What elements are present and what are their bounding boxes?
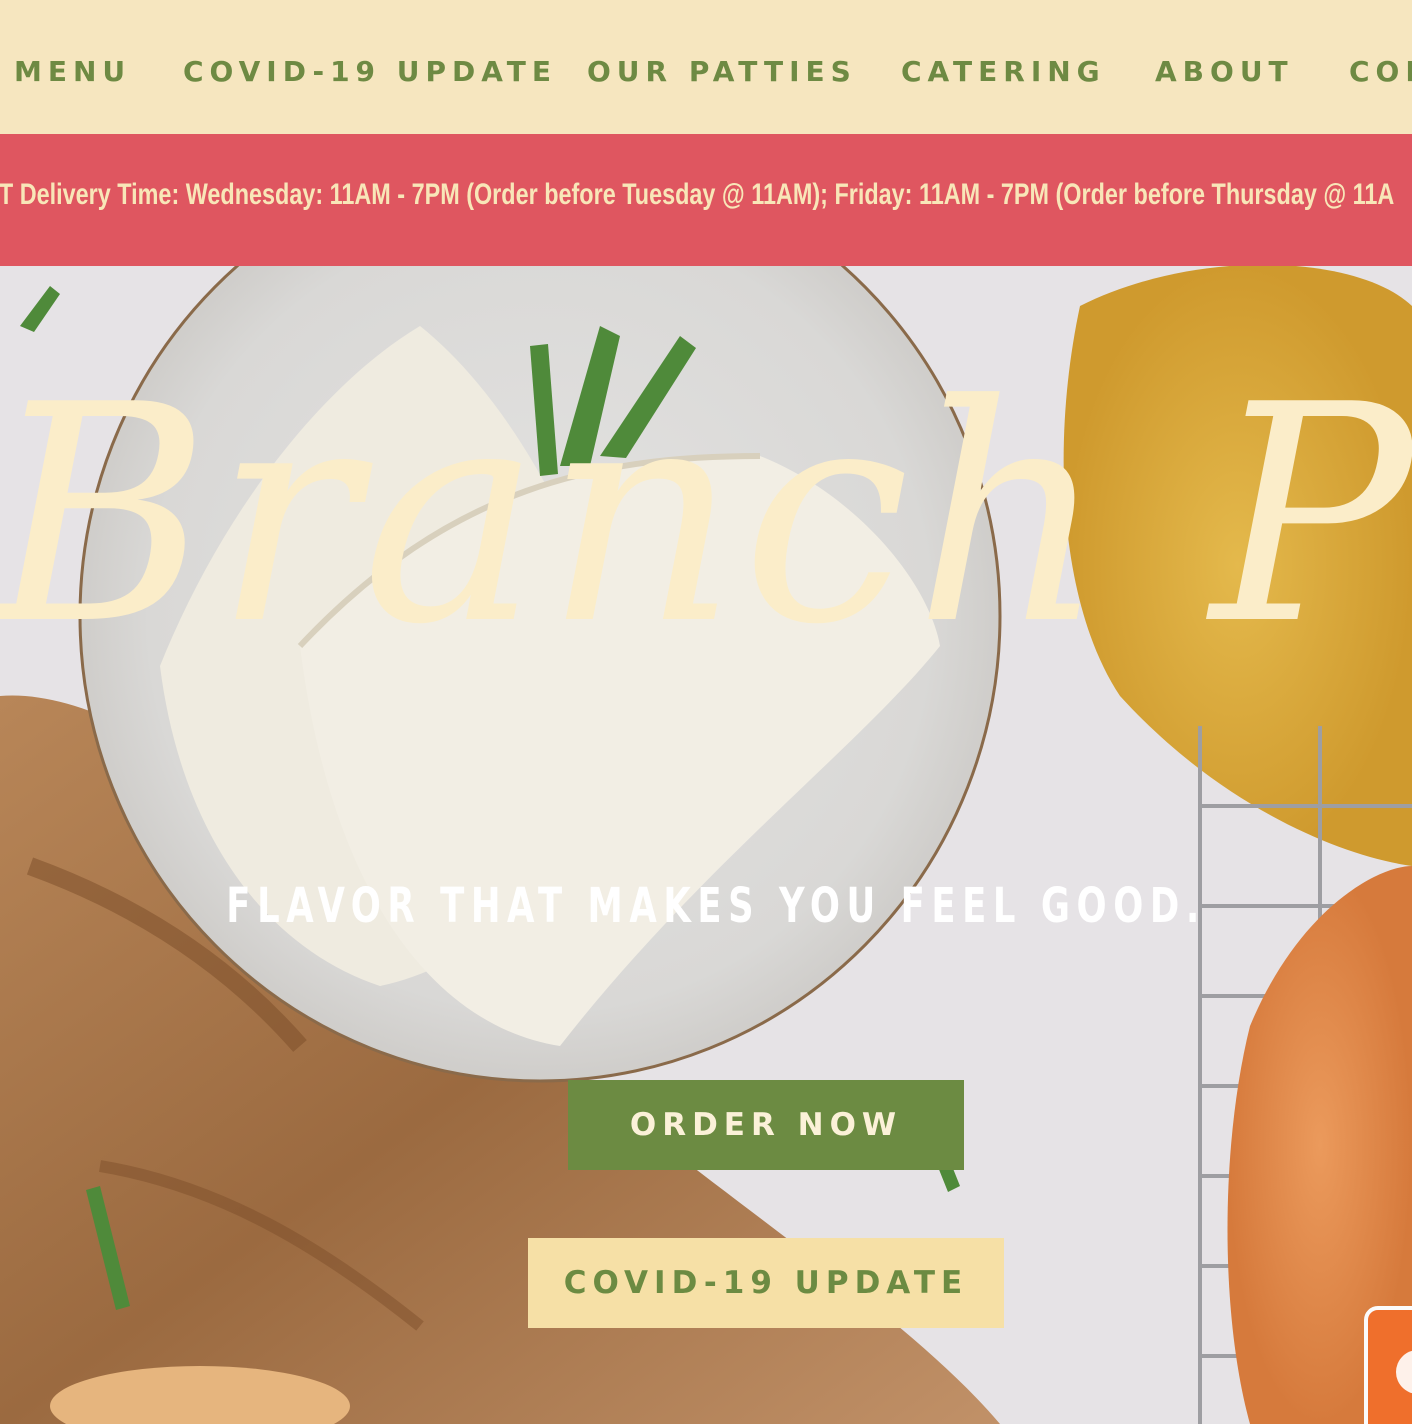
- announcement-text: NT Delivery Time: Wednesday: 11AM - 7PM …: [0, 178, 1395, 211]
- nav-item-menu[interactable]: MENU: [14, 52, 131, 92]
- page: MENU COVID-19 UPDATE OUR PATTIES CATERIN…: [0, 0, 1412, 1424]
- chat-bubble-icon: [1396, 1350, 1412, 1394]
- nav-item-catering[interactable]: CATERING: [901, 52, 1106, 92]
- nav-item-covid-update[interactable]: COVID-19 UPDATE: [183, 52, 557, 92]
- hero-title: Branch Patt: [0, 341, 1412, 690]
- hero-section: Branch Patt FLAVOR THAT MAKES YOU FEEL G…: [0, 266, 1412, 1424]
- announcement-bar: NT Delivery Time: Wednesday: 11AM - 7PM …: [0, 134, 1412, 266]
- covid-update-button[interactable]: COVID-19 UPDATE: [528, 1238, 1004, 1328]
- order-now-button[interactable]: ORDER NOW: [568, 1080, 964, 1170]
- hero-tagline: FLAVOR THAT MAKES YOU FEEL GOOD.: [226, 878, 1206, 934]
- nav-item-contact[interactable]: CON: [1349, 52, 1412, 92]
- top-nav: MENU COVID-19 UPDATE OUR PATTIES CATERIN…: [0, 0, 1412, 134]
- chat-widget-button[interactable]: [1364, 1306, 1412, 1424]
- nav-item-about[interactable]: ABOUT: [1155, 52, 1294, 92]
- nav-item-our-patties[interactable]: OUR PATTIES: [587, 52, 857, 92]
